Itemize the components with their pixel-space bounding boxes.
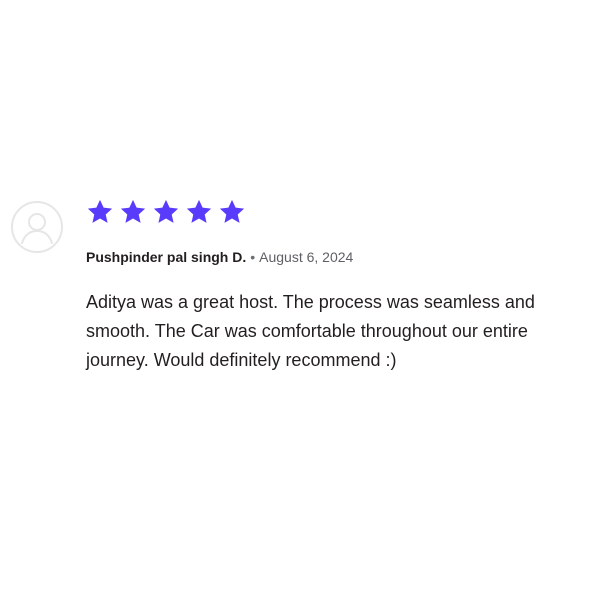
star-icon (87, 199, 113, 223)
review-meta: Pushpinder pal singh D. • August 6, 2024 (86, 248, 353, 266)
review-text: Aditya was a great host. The process was… (86, 292, 535, 370)
star-icon (120, 199, 146, 223)
review-card: Pushpinder pal singh D. • August 6, 2024 A… (0, 0, 600, 600)
meta-separator: • (250, 249, 256, 265)
star-icon (219, 199, 245, 223)
star-icon (153, 199, 179, 223)
star-icon (186, 199, 212, 223)
user-placeholder-icon (10, 200, 64, 254)
star-rating (86, 198, 246, 226)
reviewer-name: Pushpinder pal singh D. (86, 249, 247, 265)
review-date: August 6, 2024 (259, 249, 354, 265)
